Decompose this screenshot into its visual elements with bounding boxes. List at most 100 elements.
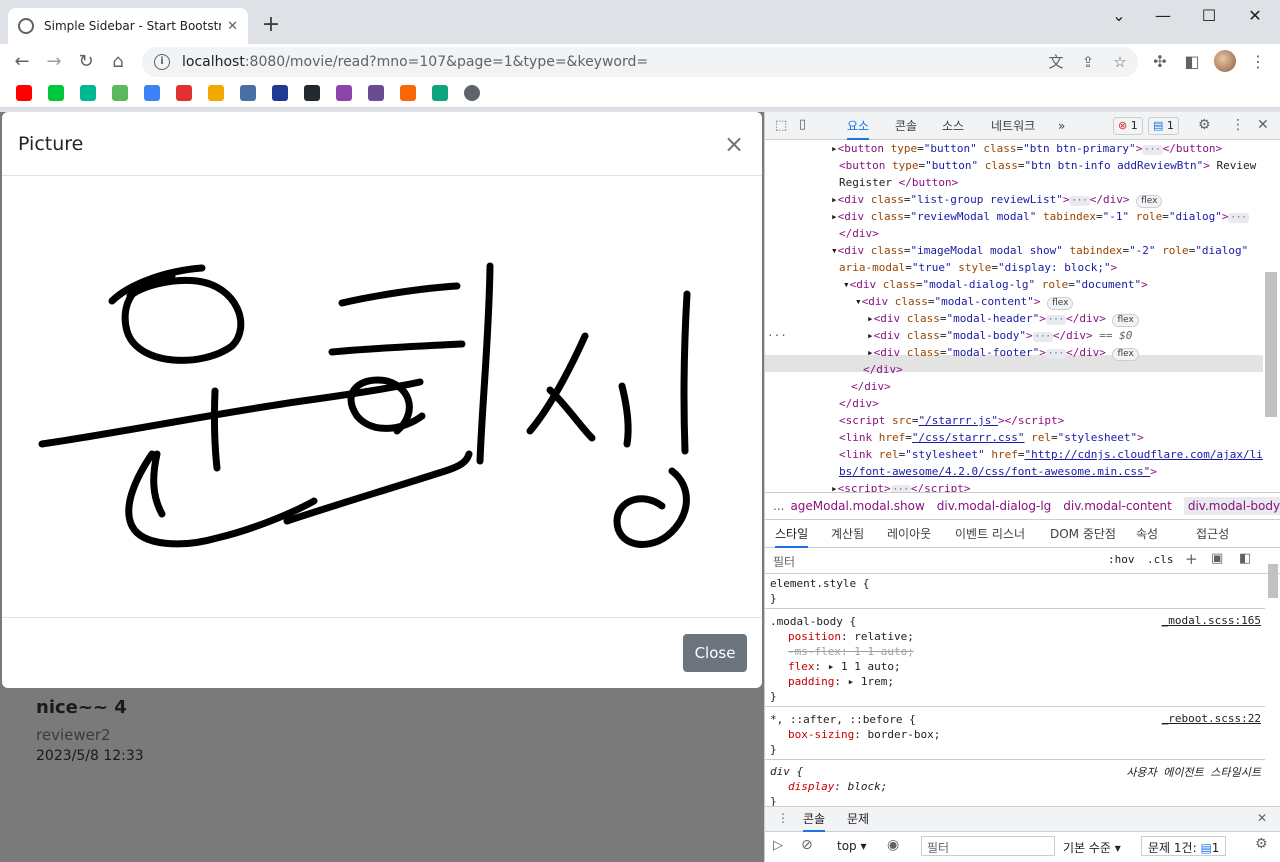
- toggle-sidebar-icon[interactable]: ◧: [1239, 551, 1251, 566]
- bookmark-favicon-icon[interactable]: [336, 85, 352, 101]
- close-devtools-icon[interactable]: ✕: [1257, 117, 1269, 133]
- browser-tab[interactable]: Simple Sidebar - Start Bootstrap ✕: [8, 8, 248, 44]
- close-button[interactable]: Close: [683, 634, 747, 672]
- message-badge[interactable]: ▤ 1: [1148, 117, 1179, 135]
- modal-close-icon[interactable]: ×: [722, 130, 746, 158]
- clear-console-icon[interactable]: ⊘: [801, 837, 813, 853]
- bookmark-favicon-icon[interactable]: [176, 85, 192, 101]
- kebab-menu-icon[interactable]: ⋮: [1231, 117, 1245, 133]
- css-property[interactable]: box-sizing: [788, 728, 854, 741]
- translate-icon[interactable]: 文: [1046, 52, 1066, 72]
- drawer-tab-issues[interactable]: 문제: [847, 807, 869, 832]
- bookmark-favicon-icon[interactable]: [432, 85, 448, 101]
- profile-avatar[interactable]: [1214, 50, 1236, 72]
- context-selector[interactable]: top ▾: [837, 839, 867, 853]
- tab-console[interactable]: 콘솔: [895, 112, 917, 140]
- back-button[interactable]: ←: [8, 48, 36, 76]
- log-level-select[interactable]: 기본 수준 ▾: [1063, 839, 1121, 856]
- error-badge[interactable]: ⊗ 1: [1113, 117, 1143, 135]
- tab-styles[interactable]: 스타일: [775, 520, 809, 548]
- error-count: 1: [1130, 119, 1138, 132]
- breadcrumb-item[interactable]: div.modal-content: [1063, 499, 1172, 513]
- styles-scrollbar[interactable]: [1268, 564, 1278, 598]
- close-brace: }: [770, 795, 777, 806]
- css-property-overridden[interactable]: -ms-flex: 1 1 auto;: [788, 644, 914, 659]
- css-value[interactable]: relative;: [854, 630, 914, 643]
- css-value[interactable]: border-box;: [867, 728, 940, 741]
- css-value[interactable]: 1rem;: [861, 675, 894, 688]
- tab-sources[interactable]: 소스: [942, 112, 964, 140]
- extensions-icon[interactable]: ✣: [1148, 50, 1172, 74]
- share-icon[interactable]: ⇪: [1078, 52, 1098, 72]
- bookmark-favicon-icon[interactable]: [48, 85, 64, 101]
- more-tabs-icon[interactable]: »: [1058, 112, 1065, 140]
- eye-icon[interactable]: ◉: [887, 837, 899, 853]
- tab-network[interactable]: 네트워크: [991, 112, 1035, 140]
- address-bar[interactable]: i localhost:8080/movie/read?mno=107&page…: [142, 47, 1138, 77]
- styles-filter-input[interactable]: 필터: [773, 553, 795, 570]
- css-value[interactable]: 1 1 auto;: [841, 660, 901, 673]
- css-property[interactable]: flex: [788, 660, 815, 673]
- rule-source-link[interactable]: _modal.scss:165: [1162, 614, 1261, 627]
- bookmark-favicon-icon[interactable]: [272, 85, 288, 101]
- info-icon[interactable]: i: [154, 54, 170, 70]
- drawer-tab-console[interactable]: 콘솔: [803, 807, 826, 832]
- bookmark-favicon-icon[interactable]: [240, 85, 256, 101]
- tab-layout[interactable]: 레이아웃: [887, 520, 931, 548]
- console-settings-icon[interactable]: ⚙: [1255, 836, 1268, 852]
- breadcrumb-item[interactable]: ageModal.modal.show: [790, 499, 924, 513]
- inspect-icon[interactable]: ⬚: [775, 118, 787, 133]
- url-host: localhost: [182, 54, 245, 70]
- console-filter-input[interactable]: 필터: [921, 836, 1055, 856]
- forward-button[interactable]: →: [40, 48, 68, 76]
- tab-properties[interactable]: 속성: [1136, 520, 1158, 548]
- tab-accessibility[interactable]: 접근성: [1196, 520, 1229, 548]
- close-window-button[interactable]: ✕: [1232, 4, 1278, 28]
- styles-pane[interactable]: element.style { } .modal-body { _modal.s…: [765, 574, 1265, 806]
- elements-scrollbar[interactable]: [1265, 272, 1277, 417]
- bookmark-favicon-icon[interactable]: [144, 85, 160, 101]
- bookmark-favicon-icon[interactable]: [304, 85, 320, 101]
- hov-toggle[interactable]: :hov: [1108, 553, 1135, 566]
- issues-button[interactable]: 문제 1건: ▤1: [1141, 836, 1227, 856]
- elements-tree[interactable]: ▸<button type="button" class="btn btn-pr…: [765, 140, 1263, 492]
- bookmark-favicon-icon[interactable]: [16, 85, 32, 101]
- close-drawer-icon[interactable]: ✕: [1257, 811, 1267, 825]
- color-format-icon[interactable]: ▣: [1211, 551, 1223, 566]
- close-tab-icon[interactable]: ✕: [227, 19, 238, 34]
- settings-gear-icon[interactable]: ⚙: [1198, 117, 1211, 133]
- bookmark-favicon-icon[interactable]: [80, 85, 96, 101]
- close-brace: }: [770, 592, 777, 605]
- css-property[interactable]: position: [788, 630, 841, 643]
- maximize-button[interactable]: ☐: [1186, 4, 1232, 28]
- breadcrumb-item-active[interactable]: div.modal-body: [1183, 497, 1280, 515]
- breadcrumb-item[interactable]: div.modal-dialog-lg: [937, 499, 1051, 513]
- minimize-button[interactable]: —: [1140, 4, 1186, 28]
- sidebar-toggle-icon[interactable]: ▷: [773, 838, 783, 853]
- rule-source-link[interactable]: _reboot.scss:22: [1162, 712, 1261, 725]
- reload-button[interactable]: ↻: [72, 48, 100, 76]
- bookmark-star-icon[interactable]: ☆: [1110, 52, 1130, 72]
- bookmark-favicon-icon[interactable]: [400, 85, 416, 101]
- home-button[interactable]: ⌂: [104, 48, 132, 76]
- bookmark-favicon-icon[interactable]: [112, 85, 128, 101]
- bookmark-favicon-icon[interactable]: [368, 85, 384, 101]
- tab-event-listeners[interactable]: 이벤트 리스너: [955, 520, 1025, 548]
- tab-computed[interactable]: 계산됨: [831, 520, 864, 548]
- add-rule-icon[interactable]: +: [1185, 550, 1198, 568]
- error-icon: ⊗: [1118, 119, 1128, 132]
- new-tab-button[interactable]: +: [258, 12, 284, 38]
- cls-toggle[interactable]: .cls: [1147, 553, 1174, 566]
- breadcrumb-ellipsis[interactable]: ...: [773, 499, 784, 513]
- message-icon: ▤: [1153, 119, 1164, 132]
- bookmark-favicon-icon[interactable]: [208, 85, 224, 101]
- device-toolbar-icon[interactable]: ▯: [799, 117, 806, 132]
- drawer-menu-icon[interactable]: ⋮: [777, 811, 789, 825]
- tab-dom-breakpoints[interactable]: DOM 중단점: [1050, 520, 1116, 548]
- tab-search-icon[interactable]: ⌄: [1096, 4, 1142, 28]
- tab-elements[interactable]: 요소: [847, 112, 870, 140]
- css-property[interactable]: padding: [788, 675, 834, 688]
- side-panel-icon[interactable]: ◧: [1180, 50, 1204, 74]
- bookmark-favicon-icon[interactable]: [464, 85, 480, 101]
- menu-icon[interactable]: ⋮: [1246, 50, 1270, 74]
